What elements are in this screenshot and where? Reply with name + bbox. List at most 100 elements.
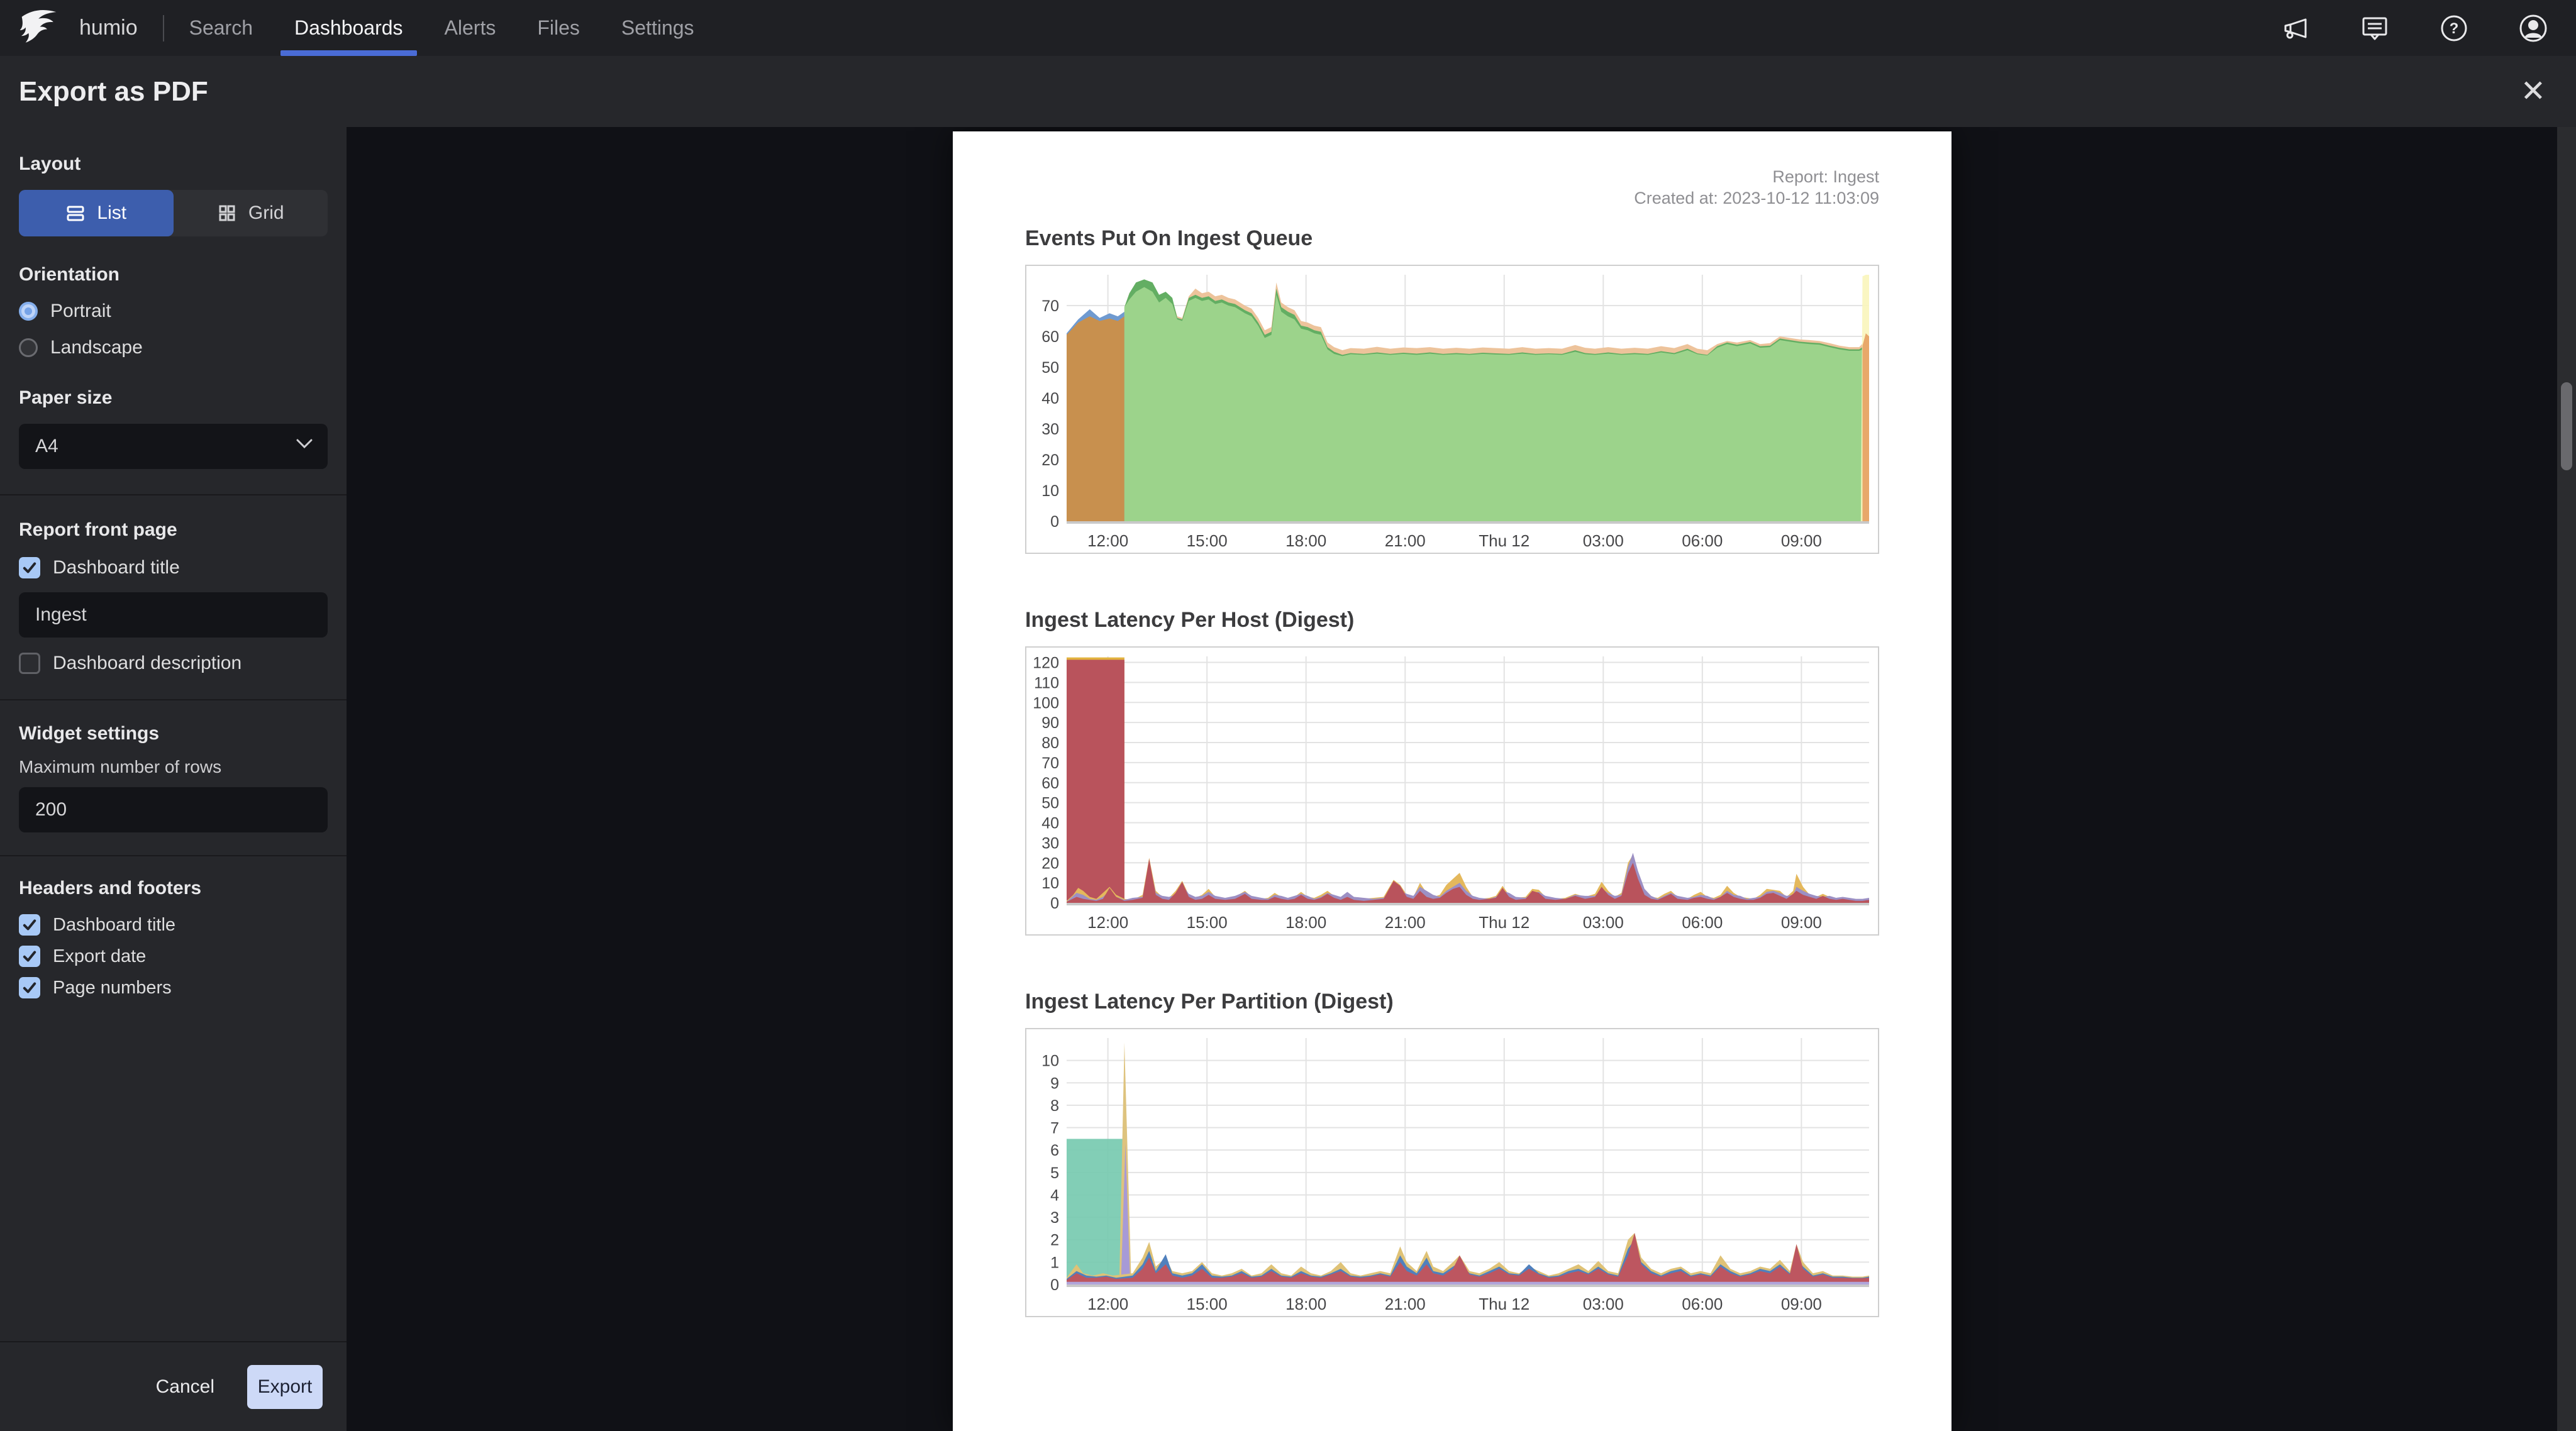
dashboard-description-option[interactable]: Dashboard description (19, 653, 328, 674)
svg-text:20: 20 (1041, 451, 1059, 469)
svg-text:06:00: 06:00 (1682, 531, 1723, 550)
portrait-label: Portrait (50, 301, 111, 321)
announcements-icon[interactable] (2280, 13, 2311, 43)
panel-footer: Cancel Export (0, 1341, 347, 1431)
widget-title: Ingest Latency Per Partition (Digest) (1025, 990, 1394, 1014)
svg-text:15:00: 15:00 (1187, 913, 1228, 932)
landscape-radio[interactable] (19, 338, 38, 357)
hf-export-date-label: Export date (53, 946, 147, 966)
cancel-button[interactable]: Cancel (156, 1376, 214, 1398)
headers-footers-label: Headers and footers (19, 878, 202, 898)
scrollbar-thumb[interactable] (2561, 382, 2572, 470)
max-rows-input[interactable] (19, 787, 328, 832)
svg-text:90: 90 (1041, 714, 1059, 732)
hf-dashboard-title-label: Dashboard title (53, 914, 176, 935)
svg-text:40: 40 (1041, 815, 1059, 832)
svg-text:10: 10 (1041, 875, 1059, 892)
svg-text:0: 0 (1050, 895, 1059, 912)
nav-item-dashboards[interactable]: Dashboards (280, 0, 417, 56)
landscape-label: Landscape (50, 337, 143, 358)
paper-size-label: Paper size (19, 387, 113, 408)
layout-list-label: List (97, 202, 127, 223)
nav-item-search[interactable]: Search (189, 0, 253, 56)
modal-header: Export as PDF ✕ (0, 56, 2576, 127)
chevron-down-icon (296, 439, 313, 449)
svg-text:03:00: 03:00 (1583, 913, 1624, 932)
svg-text:18:00: 18:00 (1285, 913, 1326, 932)
svg-text:6: 6 (1050, 1142, 1059, 1159)
export-button[interactable]: Export (247, 1364, 323, 1409)
hf-dashboard-title-option[interactable]: Dashboard title (19, 914, 328, 936)
svg-text:30: 30 (1041, 421, 1059, 438)
preview-scrollbar[interactable] (2557, 127, 2576, 1431)
brand-name[interactable]: humio (79, 16, 138, 40)
dashboard-title-input[interactable] (19, 592, 328, 638)
account-icon[interactable] (2518, 13, 2548, 43)
svg-text:120: 120 (1033, 655, 1059, 672)
section-headers-footers: Headers and footers Dashboard title Expo… (0, 856, 347, 1020)
dashboard-title-option[interactable]: Dashboard title (19, 557, 328, 578)
check-icon (23, 951, 36, 962)
dashboard-description-checkbox[interactable] (19, 653, 40, 674)
nav-right-icons: ? (2280, 13, 2576, 43)
svg-text:Thu 12: Thu 12 (1479, 1295, 1530, 1313)
close-icon[interactable]: ✕ (2521, 76, 2546, 107)
falcon-logo-icon[interactable] (15, 4, 63, 52)
nav-divider (162, 14, 164, 41)
nav-item-settings[interactable]: Settings (621, 0, 694, 56)
export-settings-panel: Layout List Grid Orientation Portrait La… (0, 127, 347, 1431)
area-chart-ingest-latency-per-host: 0 10 20 30 40 50 60 70 80 90 100 110 120 12:00 15:00 18… (1033, 655, 1869, 932)
svg-text:15:00: 15:00 (1187, 531, 1228, 550)
layout-segmented-control: List Grid (19, 190, 328, 236)
svg-text:03:00: 03:00 (1583, 1295, 1624, 1313)
svg-text:21:00: 21:00 (1385, 913, 1426, 932)
portrait-radio[interactable] (19, 302, 38, 321)
dashboard-title-checkbox[interactable] (19, 557, 40, 578)
layout-grid-button[interactable]: Grid (174, 190, 328, 236)
created-label: Created at: 2023-10-12 11:03:09 (1634, 189, 1879, 207)
nav-item-files[interactable]: Files (537, 0, 580, 56)
orientation-label: Orientation (19, 264, 120, 285)
dashboard-description-label: Dashboard description (53, 653, 242, 673)
svg-text:18:00: 18:00 (1285, 1295, 1326, 1313)
svg-text:09:00: 09:00 (1781, 531, 1822, 550)
widget-ingest-latency-per-host: Ingest Latency Per Host (Digest) 0 10 20 30… (1025, 608, 1879, 936)
svg-text:110: 110 (1034, 674, 1059, 692)
feedback-icon[interactable] (2360, 13, 2390, 43)
chart-box: 0 10 20 30 40 50 60 70 12:00 15:00 18:00 21:00 Thu 1… (1025, 265, 1879, 554)
hf-page-numbers-option[interactable]: Page numbers (19, 977, 328, 998)
svg-text:12:00: 12:00 (1087, 531, 1128, 550)
hf-page-numbers-checkbox[interactable] (19, 977, 40, 998)
svg-text:12:00: 12:00 (1087, 1295, 1128, 1313)
hf-dashboard-title-checkbox[interactable] (19, 914, 40, 936)
svg-text:Thu 12: Thu 12 (1479, 913, 1530, 932)
page-meta: Report: Ingest Created at: 2023-10-12 11… (1025, 166, 1879, 209)
svg-text:09:00: 09:00 (1781, 1295, 1822, 1313)
hf-page-numbers-label: Page numbers (53, 977, 172, 998)
svg-text:100: 100 (1033, 694, 1059, 712)
svg-text:0: 0 (1050, 513, 1059, 531)
layout-list-button[interactable]: List (19, 190, 174, 236)
orientation-portrait-option[interactable]: Portrait (19, 301, 328, 322)
hf-export-date-option[interactable]: Export date (19, 946, 328, 967)
svg-text:60: 60 (1041, 775, 1059, 792)
hf-export-date-checkbox[interactable] (19, 946, 40, 967)
svg-text:Thu 12: Thu 12 (1479, 531, 1530, 550)
svg-text:21:00: 21:00 (1385, 531, 1426, 550)
widget-settings-label: Widget settings (19, 723, 160, 744)
help-icon[interactable]: ? (2439, 13, 2469, 43)
svg-text:60: 60 (1041, 328, 1059, 346)
svg-text:50: 50 (1041, 359, 1059, 377)
top-nav: humio Search Dashboards Alerts Files Set… (0, 0, 2576, 56)
paper-size-select[interactable]: A4 (19, 424, 328, 469)
check-icon (23, 919, 36, 931)
paper-size-value: A4 (35, 436, 58, 456)
svg-text:12:00: 12:00 (1087, 913, 1128, 932)
widget-events-put-on-ingest-queue: Events Put On Ingest Queue 0 10 20 30 40 50 60… (1025, 226, 1879, 554)
nav-item-alerts[interactable]: Alerts (445, 0, 496, 56)
svg-text:9: 9 (1050, 1075, 1059, 1092)
section-report-front-page: Report front page Dashboard title Dashbo… (0, 495, 347, 700)
orientation-landscape-option[interactable]: Landscape (19, 337, 328, 358)
chart-box: 0 1 2 3 4 5 6 7 8 9 10 12:00 15:00 18:00 21:00 Thu 12 03… (1025, 1028, 1879, 1317)
svg-text:70: 70 (1041, 754, 1059, 772)
